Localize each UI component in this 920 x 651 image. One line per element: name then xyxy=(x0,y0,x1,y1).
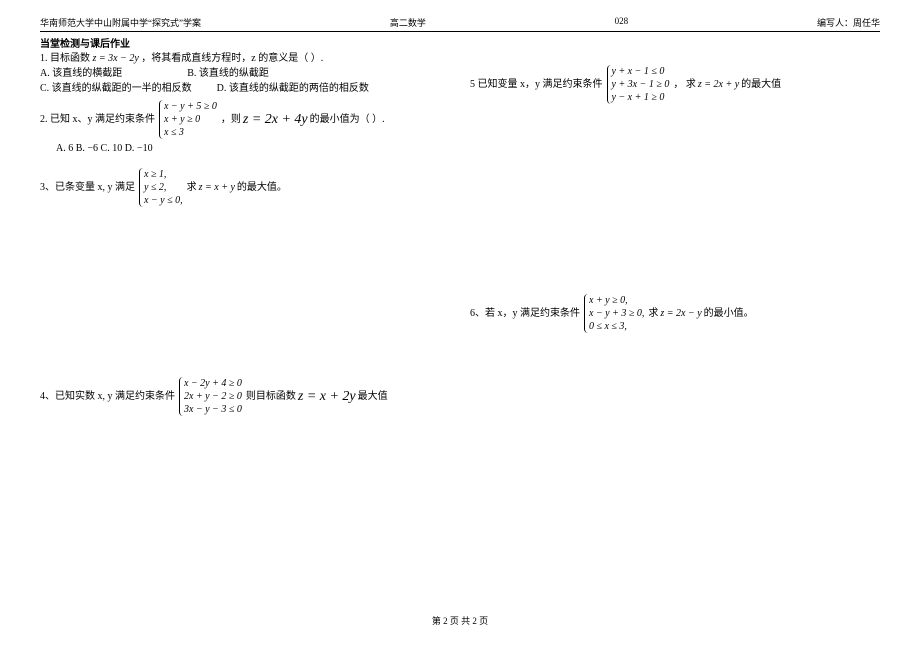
q6-c1: x + y ≥ 0, xyxy=(589,294,644,307)
q5-mid: ， 求 xyxy=(673,77,696,92)
header-right: 编写人：周任华 xyxy=(817,16,880,29)
q4-c1: x − 2y + 4 ≥ 0 xyxy=(184,377,242,390)
q5-constraints: y + x − 1 ≤ 0 y + 3x − 1 ≥ 0 y − x + 1 ≥… xyxy=(607,65,670,104)
page-header: 华南师范大学中山附属中学“探究式”学案 高二数学 028 编写人：周任华 xyxy=(40,16,880,31)
q1-option-a: A. 该直线的横截距 xyxy=(40,68,122,79)
q4-mid: 则目标函数 xyxy=(246,389,296,404)
q3-constraints: x ≥ 1, y ≤ 2, x − y ≤ 0, xyxy=(139,168,183,207)
q1-formula: z = 3x − 2y xyxy=(93,53,139,64)
header-center-left: 高二数学 xyxy=(390,16,426,29)
question-4: 4、已知实数 x, y 满足约束条件 x − 2y + 4 ≥ 0 2x + y… xyxy=(40,377,450,416)
q6-c2: x − y + 3 ≥ 0, xyxy=(589,307,644,320)
q5-c1: y + x − 1 ≤ 0 xyxy=(612,65,670,78)
q3-mid: 求 xyxy=(187,180,197,195)
q6-formula: z = 2x − y xyxy=(660,306,701,321)
q3-c2: y ≤ 2, xyxy=(144,181,183,194)
q6-c3: 0 ≤ x ≤ 3, xyxy=(589,320,644,333)
q5-c2: y + 3x − 1 ≥ 0 xyxy=(612,78,670,91)
q3-stem-b: 的最大值。 xyxy=(237,180,287,195)
q4-c3: 3x − y − 3 ≤ 0 xyxy=(184,403,242,416)
left-column: 当堂检测与课后作业 1. 目标函数 z = 3x − 2y ，将其看成直线方程时… xyxy=(40,35,450,420)
q5-formula: z = 2x + y xyxy=(698,77,739,92)
q5-stem-a: 5 已知变量 x，y 满足约束条件 xyxy=(470,77,603,92)
q4-constraints: x − 2y + 4 ≥ 0 2x + y − 2 ≥ 0 3x − y − 3… xyxy=(179,377,242,416)
question-1: 1. 目标函数 z = 3x − 2y ，将其看成直线方程时，z 的意义是（ ）… xyxy=(40,51,450,96)
section-title: 当堂检测与课后作业 xyxy=(40,35,450,50)
q1-option-b: B. 该直线的纵截距 xyxy=(187,68,269,79)
q3-c3: x − y ≤ 0, xyxy=(144,194,183,207)
q3-formula: z = x + y xyxy=(199,180,235,195)
q4-stem-a: 4、已知实数 x, y 满足约束条件 xyxy=(40,389,175,404)
q2-c3: x ≤ 3 xyxy=(164,126,217,139)
q1-option-d: D. 该直线的纵截距的两倍的相反数 xyxy=(217,83,369,94)
q1-stem-a: 1. 目标函数 xyxy=(40,53,90,64)
q2-options: A. 6 B. −6 C. 10 D. −10 xyxy=(56,143,450,154)
header-center-right: 028 xyxy=(615,16,629,29)
q6-stem-a: 6、若 x，y 满足约束条件 xyxy=(470,306,580,321)
q4-stem-b: 最大值 xyxy=(358,389,388,404)
header-left: 华南师范大学中山附属中学“探究式”学案 xyxy=(40,16,201,29)
q6-stem-b: 的最小值。 xyxy=(704,306,754,321)
q2-stem-a: 2. 已知 x、y 满足约束条件 xyxy=(40,112,155,127)
q2-mid: ，则 xyxy=(221,112,241,127)
q5-stem-b: 的最大值 xyxy=(741,77,781,92)
header-divider xyxy=(40,31,880,32)
q4-formula: z = x + 2y xyxy=(298,386,356,407)
right-column: 5 已知变量 x，y 满足约束条件 y + x − 1 ≤ 0 y + 3x −… xyxy=(470,35,880,420)
question-3: 3、已条变量 x, y 满足 x ≥ 1, y ≤ 2, x − y ≤ 0, … xyxy=(40,168,450,207)
question-5: 5 已知变量 x，y 满足约束条件 y + x − 1 ≤ 0 y + 3x −… xyxy=(470,65,880,104)
q3-stem-a: 3、已条变量 x, y 满足 xyxy=(40,180,135,195)
q2-constraints: x − y + 5 ≥ 0 x + y ≥ 0 x ≤ 3 xyxy=(159,100,217,139)
q5-c3: y − x + 1 ≥ 0 xyxy=(612,91,670,104)
q2-c2: x + y ≥ 0 xyxy=(164,113,217,126)
page-footer: 第 2 页 共 2 页 xyxy=(0,614,920,627)
q2-c1: x − y + 5 ≥ 0 xyxy=(164,100,217,113)
q6-constraints: x + y ≥ 0, x − y + 3 ≥ 0, 0 ≤ x ≤ 3, xyxy=(584,294,644,333)
q2-formula: z = 2x + 4y xyxy=(243,109,308,130)
q4-c2: 2x + y − 2 ≥ 0 xyxy=(184,390,242,403)
q2-stem-b: 的最小值为（ ）. xyxy=(310,112,385,127)
q1-stem-b: ，将其看成直线方程时，z 的意义是（ ）. xyxy=(141,53,323,64)
q1-option-c: C. 该直线的纵截距的一半的相反数 xyxy=(40,83,192,94)
question-2: 2. 已知 x、y 满足约束条件 x − y + 5 ≥ 0 x + y ≥ 0… xyxy=(40,100,450,139)
q6-mid: 求 xyxy=(648,306,658,321)
question-6: 6、若 x，y 满足约束条件 x + y ≥ 0, x − y + 3 ≥ 0,… xyxy=(470,294,880,333)
q3-c1: x ≥ 1, xyxy=(144,168,183,181)
